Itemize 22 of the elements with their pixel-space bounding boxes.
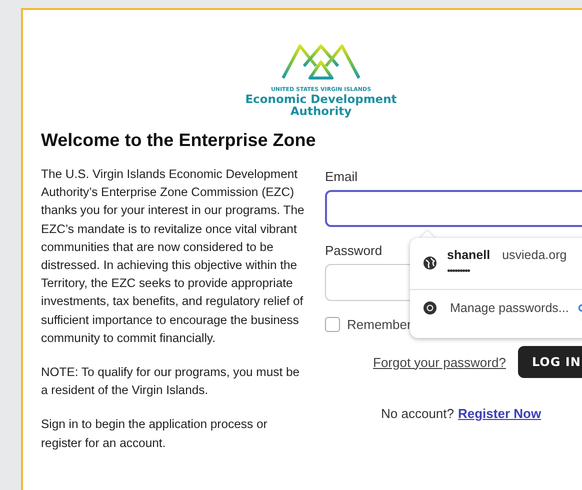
mountains-logo-icon [280,42,362,82]
intro-paragraph: NOTE: To qualify for our programs, you must be a resident of the Virgin Islands. [41,364,301,400]
remember-checkbox[interactable] [325,317,340,332]
intro-paragraph: Sign in to begin the application process or register for an account. [41,416,268,452]
remember-label: Remember [347,317,412,332]
no-account-text: No account? [381,406,454,421]
forgot-password-link[interactable]: Forgot your password? [373,354,506,370]
saved-username: shanell [447,248,490,262]
page-heading: Welcome to the Enterprise Zone [41,130,317,151]
password-label: Password [325,243,382,258]
saved-password-mask: ••••••••• [447,266,471,277]
email-field[interactable] [325,190,582,227]
logo-name: Economic Development [245,93,397,105]
saved-account-item[interactable]: shanell usvieda.org ••••••••• [410,238,582,289]
manage-passwords-item[interactable]: Manage passwords... [410,290,582,326]
email-label: Email [325,169,358,184]
register-link[interactable]: Register Now [458,406,542,421]
globe-icon [423,256,437,270]
intro-paragraph: The U.S. Virgin Islands Economic Development Authority’s Enterprise Zone Commission (EZC) thanks you for your interest in our programs. The EZC’s mandate is to revitalize once vital vibrant communities that are now considered to be distressed. In achieving this objective within the Territory, the EZC seeks to provide appropriate investments, tax benefits, and regulatory relief of sufficient importance to encourage the business community to commit financially. [41,166,306,347]
login-button[interactable]: LOG IN [518,346,582,378]
logo-name: Authority [290,105,352,117]
saved-site: usvieda.org [502,248,567,262]
